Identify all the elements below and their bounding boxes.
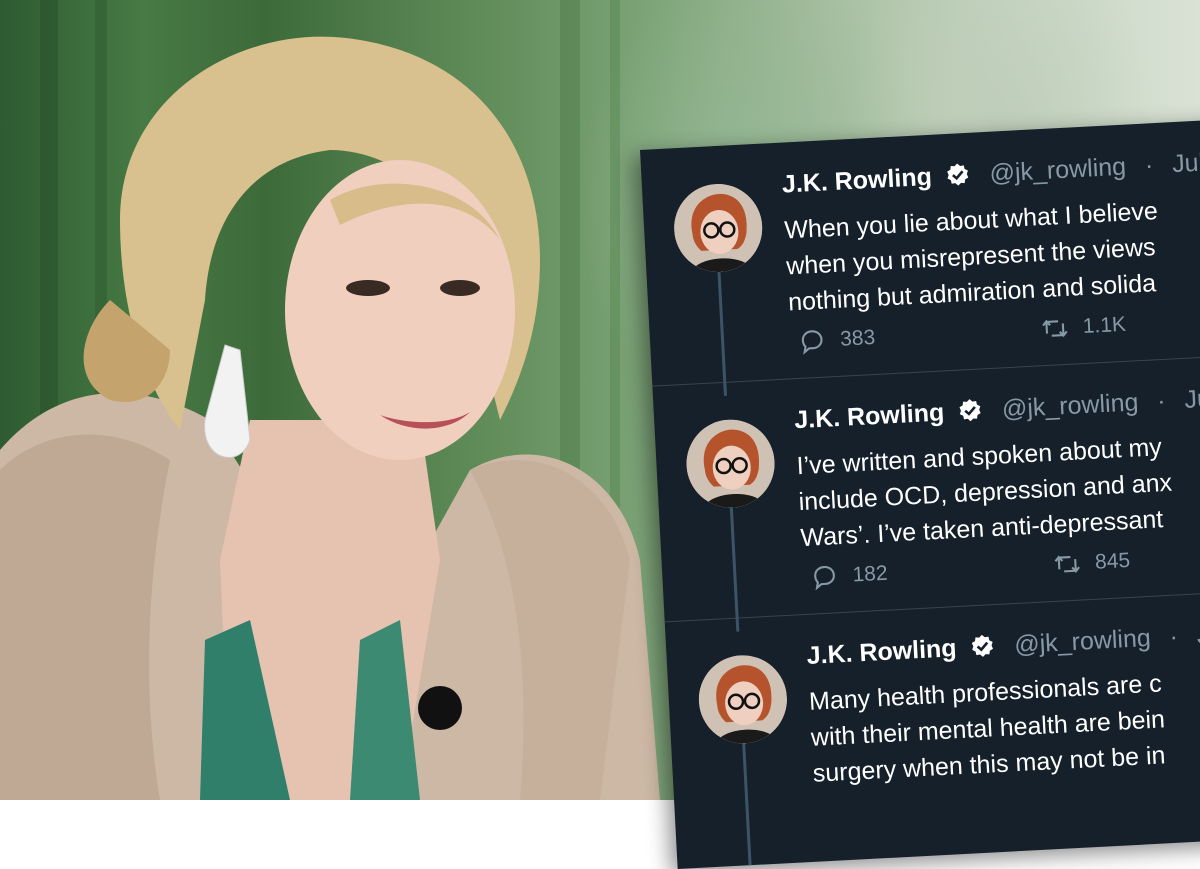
tweet: J.K. Rowling @jk_rowling · J Many health… [665,588,1200,857]
tweet-text: Many health professionals are c with the… [808,653,1200,792]
tweet-text: I’ve written and spoken about my include… [796,417,1200,556]
tweet-date[interactable]: Ju [1184,384,1200,413]
separator-dot: · [1169,623,1179,651]
thread-connector [742,737,752,867]
reply-icon [810,562,839,591]
reply-button[interactable]: 383 [798,324,876,356]
tweet-actions: 383 1.1K [798,311,1127,362]
reply-count: 182 [852,562,888,588]
retweet-button[interactable]: 845 [1052,547,1130,579]
reply-count: 383 [840,326,876,352]
verified-badge-icon [969,633,996,660]
retweet-icon [1052,549,1081,578]
display-name[interactable]: J.K. Rowling [781,163,932,199]
user-handle[interactable]: @jk_rowling [1001,388,1139,423]
retweet-button[interactable]: 1.1K [1040,311,1127,343]
tweet-text: When you lie about what I believe when y… [783,181,1200,320]
display-name[interactable]: J.K. Rowling [794,398,945,434]
user-handle[interactable]: @jk_rowling [1014,624,1152,659]
verified-badge-icon [944,162,971,189]
separator-dot: · [1157,387,1167,415]
tweet-header: J.K. Rowling @jk_rowling · J [806,621,1200,671]
retweet-count: 845 [1094,549,1130,575]
woman-portrait [0,0,700,800]
display-name[interactable]: J.K. Rowling [806,634,957,670]
reply-button[interactable]: 182 [810,560,888,592]
verified-badge-icon [956,397,983,424]
separator-dot: · [1144,151,1154,179]
tweet-header: J.K. Rowling @jk_rowling · Ju [794,384,1200,435]
thread-connector [717,266,727,396]
tweet-actions: 182 845 [810,547,1131,598]
tweet: J.K. Rowling @jk_rowling · Jul When you … [640,117,1200,387]
avatar[interactable] [697,653,789,745]
avatar[interactable] [672,182,764,274]
retweet-icon [1040,314,1069,343]
tweet-date[interactable]: Jul [1171,149,1200,179]
user-handle[interactable]: @jk_rowling [989,153,1127,188]
avatar[interactable] [684,417,776,509]
tweet-thread-card: J.K. Rowling @jk_rowling · Jul When you … [640,117,1200,869]
tweet-date[interactable]: J [1196,621,1200,650]
thread-connector [730,502,740,632]
tweet: J.K. Rowling @jk_rowling · Ju I’ve writt… [652,352,1200,622]
retweet-count: 1.1K [1082,313,1126,339]
reply-icon [798,327,827,356]
microphone-icon [418,686,462,730]
tweet-header: J.K. Rowling @jk_rowling · Jul [781,149,1200,200]
